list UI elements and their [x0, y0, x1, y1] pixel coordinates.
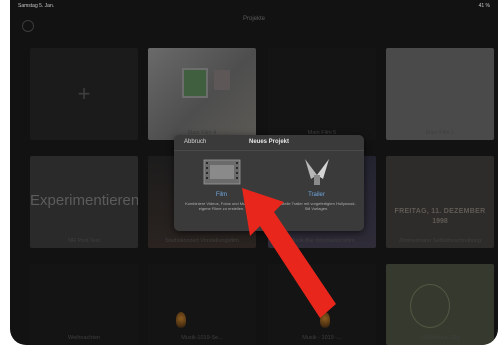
project-title: Main Film 1: [425, 130, 455, 136]
film-option-label: Film: [215, 192, 228, 198]
project-title: Musik-1019-Se...: [181, 335, 223, 341]
lamp-image: [176, 312, 186, 328]
project-tile[interactable]: Musik - 1019 -...: [268, 264, 376, 345]
lamp-image: [320, 312, 330, 328]
project-tile[interactable]: Main Film 4: [148, 48, 256, 140]
project-title: Zimmermann Selbstbeschreibung: [398, 238, 482, 244]
poster-image: [214, 70, 230, 90]
status-bar: Samstag 5. Jan. 41 %: [10, 0, 498, 12]
project-title: Weihnachten: [67, 335, 100, 341]
ipad-screen: Samstag 5. Jan. 41 % Projekte + Main Fil…: [10, 0, 498, 345]
status-battery: 41 %: [478, 3, 490, 9]
poster-text: 1998: [432, 218, 448, 225]
plus-icon: +: [77, 81, 91, 106]
dialog-header: Abbruch Neues Projekt: [174, 135, 364, 151]
sketch-image: [410, 284, 450, 328]
experiment-text: Experimentieren: [30, 192, 138, 209]
new-project-dialog: Abbruch Neues Projekt Film Kombiniere Vi…: [174, 135, 364, 231]
project-tile[interactable]: FREITAG, 11. DEZEMBER 1998 Zimmermann Se…: [386, 156, 494, 248]
project-title: Studiokonzert Vorstellungsfilm: [165, 238, 239, 244]
dialog-title: Neues Projekt: [248, 139, 290, 145]
project-tile[interactable]: Experimentieren NR Pool Test: [30, 156, 138, 248]
poster-text: FREITAG, 11. DEZEMBER: [394, 208, 486, 215]
page-title: Projekte: [242, 16, 265, 22]
project-title: 1019 Music Clip: [420, 335, 460, 341]
project-tile[interactable]: Musik-1019-Se...: [148, 264, 256, 345]
poster-image: [182, 68, 208, 98]
film-option-button[interactable]: Film Kombiniere Videos, Fotos und Musik,…: [174, 155, 269, 227]
trailer-option-label: Trailer: [308, 192, 325, 198]
trailer-option-button[interactable]: Trailer Erstelle Trailer mit vorgefertig…: [269, 155, 364, 227]
film-option-description: Kombiniere Videos, Fotos und Musik, um e…: [185, 201, 258, 211]
film-strip-icon: [203, 159, 240, 185]
project-tile[interactable]: Weihnachten: [30, 264, 138, 345]
project-tile[interactable]: Main Film 1: [386, 48, 494, 140]
trailer-spotlights-icon: [304, 159, 329, 185]
status-date: Samstag 5. Jan.: [18, 3, 55, 9]
project-title: Musik-Bar Informationsfilm: [289, 238, 355, 244]
new-project-tile[interactable]: +: [30, 48, 138, 140]
project-tile[interactable]: 1019 Music Clip: [386, 264, 494, 345]
project-tile[interactable]: Main Film 5: [268, 48, 376, 140]
trailer-option-description: Erstelle Trailer mit vorgefertigten Holl…: [277, 201, 356, 211]
project-title: NR Pool Test: [68, 238, 100, 244]
project-title: Musik - 1019 -...: [302, 335, 342, 341]
